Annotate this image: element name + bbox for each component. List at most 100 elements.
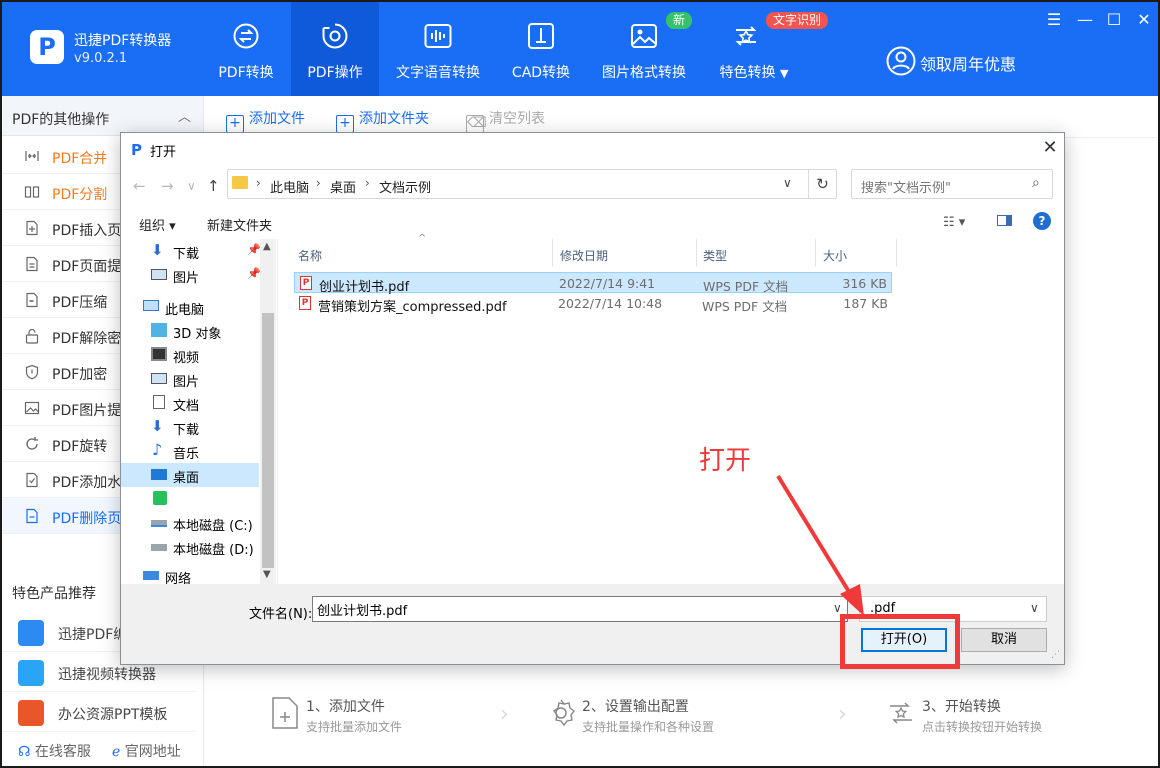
chevron-right-icon: › (365, 176, 370, 190)
step-subtitle: 点击转换按钮开始转换 (922, 720, 1043, 734)
tree-item-pictures[interactable]: 图片 (121, 367, 259, 391)
file-size: 316 KB (842, 276, 887, 291)
nav-cad-convert[interactable]: CAD转换 (498, 2, 584, 96)
tree-label: 音乐 (173, 447, 200, 462)
tree-label: 图片 (173, 271, 200, 286)
split-icon (24, 186, 40, 198)
view-options-icon[interactable]: ☷ ▾ (943, 215, 965, 230)
sidebar-title: PDF的其他操作 (12, 112, 110, 128)
file-modified: 2022/7/14 9:41 (559, 276, 656, 291)
add-folder-button[interactable]: + 添加文件夹 (336, 108, 429, 133)
online-service-link[interactable]: ☊ 在线客服 (18, 741, 91, 761)
chevron-down-icon[interactable]: ∨ (187, 179, 196, 193)
recommend-item-ppt-template[interactable]: 办公资源PPT模板 (2, 692, 196, 732)
minimize-button[interactable]: — (1074, 9, 1096, 31)
tree-item-this-pc[interactable]: 此电脑 (121, 295, 259, 319)
scroll-down-icon[interactable]: ▼ (263, 569, 271, 580)
chevron-down-icon: ∨ (1030, 601, 1039, 615)
close-button[interactable]: ✕ (1133, 9, 1155, 31)
tree-item-music[interactable]: ♪ 音乐 (121, 439, 259, 463)
refresh-button[interactable]: ↻ (809, 169, 837, 199)
browser-icon: ℯ (112, 744, 121, 760)
desktop-icon (151, 469, 167, 480)
column-header-modified[interactable]: 修改日期 (560, 247, 608, 264)
tree-item-downloads[interactable]: ⬇ 下载 (121, 415, 259, 439)
sidebar-item-label: PDF图片提 (52, 403, 122, 419)
delete-page-icon (26, 508, 38, 524)
star-convert-icon (890, 702, 912, 724)
breadcrumb-item[interactable]: 文档示例 (379, 177, 431, 196)
tree-item-desktop[interactable]: 桌面 (121, 463, 259, 487)
forward-arrow-icon[interactable]: → (161, 177, 174, 195)
file-row[interactable]: P 营销策划方案_compressed.pdf 2022/7/14 10:48 … (294, 293, 892, 315)
chevron-down-icon[interactable]: ∨ (833, 601, 842, 615)
cad-icon (528, 23, 554, 49)
column-header-type[interactable]: 类型 (703, 247, 727, 264)
cancel-button[interactable]: 取消 (961, 628, 1047, 652)
drive-icon (151, 520, 167, 527)
column-header-name[interactable]: 名称 (298, 247, 322, 264)
recommend-label: 迅捷PDF编 (58, 627, 128, 643)
nav-label: CAD转换 (511, 65, 571, 81)
nav-voice-convert[interactable]: 文字语音转换 (380, 2, 496, 96)
column-header-size[interactable]: 大小 (823, 247, 847, 264)
file-list: ^ 名称 修改日期 类型 大小 P 创业计划书.pdf 2022/7/14 9:… (278, 233, 1064, 584)
nav-pdf-operate[interactable]: PDF操作 (291, 2, 379, 96)
ppt-template-icon (18, 700, 44, 726)
address-bar[interactable]: › 此电脑 › 桌面 › 文档示例 ∨ (227, 169, 809, 199)
column-divider (696, 239, 697, 267)
tree-item-app-folder[interactable] (121, 487, 259, 511)
menu-button[interactable]: ☰ (1043, 9, 1065, 31)
promo-link[interactable]: 领取周年优惠 (920, 51, 1016, 75)
nav-pdf-convert[interactable]: PDF转换 (202, 2, 290, 96)
maximize-button[interactable]: ☐ (1103, 9, 1125, 31)
tree-label: 视频 (173, 351, 200, 366)
website-link[interactable]: ℯ 官网地址 (112, 741, 181, 761)
new-folder-button[interactable]: 新建文件夹 (207, 215, 272, 234)
tree-item-pictures-quick[interactable]: 图片 📌 (121, 263, 261, 287)
column-divider (552, 239, 553, 267)
tree-label: 图片 (173, 375, 200, 390)
nav-label: PDF转换 (218, 65, 274, 81)
clear-list-button[interactable]: ⌫ 清空列表 (466, 108, 545, 133)
filename-label: 文件名(N): (249, 607, 313, 622)
chevron-down-icon[interactable]: ∨ (783, 176, 792, 190)
tree-item-documents[interactable]: 文档 (121, 391, 259, 415)
add-file-button[interactable]: + 添加文件 (226, 108, 305, 133)
chevron-right-icon: › (838, 702, 847, 727)
recommend-label: 办公资源PPT模板 (58, 707, 168, 723)
scrollbar-thumb[interactable] (262, 313, 274, 568)
preview-pane-icon[interactable] (997, 215, 1012, 230)
compress-icon (26, 292, 38, 308)
chevron-up-icon: ︿ (178, 110, 192, 125)
dialog-title: 打开 (150, 145, 177, 160)
scroll-up-icon[interactable]: ▲ (263, 241, 271, 252)
new-badge: 新 (666, 12, 693, 29)
step-title: 1、添加文件 (306, 699, 385, 715)
tree-item-drive-d[interactable]: 本地磁盘 (D:) (121, 535, 259, 559)
tree-item-videos[interactable]: 视频 (121, 343, 259, 367)
filename-input[interactable] (312, 596, 848, 622)
back-arrow-icon[interactable]: ← (133, 177, 146, 195)
tree-item-downloads-quick[interactable]: ⬇ 下载 📌 (121, 239, 261, 263)
up-arrow-icon[interactable]: ↑ (207, 177, 220, 195)
file-add-icon (272, 697, 298, 729)
sidebar-item-label: PDF插入页 (52, 223, 122, 239)
tree-item-network[interactable]: 网络 (121, 567, 259, 587)
dialog-close-button[interactable]: ✕ (1039, 137, 1061, 158)
organize-button[interactable]: 组织 ▾ (139, 215, 176, 234)
document-icon (153, 395, 165, 409)
sidebar-header[interactable]: PDF的其他操作 ︿ (2, 96, 203, 136)
sidebar-item-label: PDF分割 (52, 187, 108, 203)
breadcrumb-item[interactable]: 此电脑 (270, 177, 309, 196)
search-placeholder: 搜索"文档示例" (861, 181, 951, 196)
search-input[interactable]: 搜索"文档示例" ⌕ (851, 169, 1053, 199)
rotate-icon (26, 437, 38, 450)
tree-item-drive-c[interactable]: 本地磁盘 (C:) (121, 511, 259, 535)
breadcrumb-item[interactable]: 桌面 (330, 177, 356, 196)
resize-grip-icon[interactable]: ⋰ (1051, 650, 1060, 660)
file-row[interactable]: P 创业计划书.pdf 2022/7/14 9:41 WPS PDF 文档 31… (294, 272, 892, 295)
help-icon[interactable]: ? (1033, 212, 1051, 230)
tree-item-3d-objects[interactable]: 3D 对象 (121, 319, 259, 343)
navigation-pane: ⬇ 下载 📌 图片 📌 此电脑 3D 对象 视频 图片 文档 ⬇ 下载 ♪ 音乐… (121, 239, 276, 587)
